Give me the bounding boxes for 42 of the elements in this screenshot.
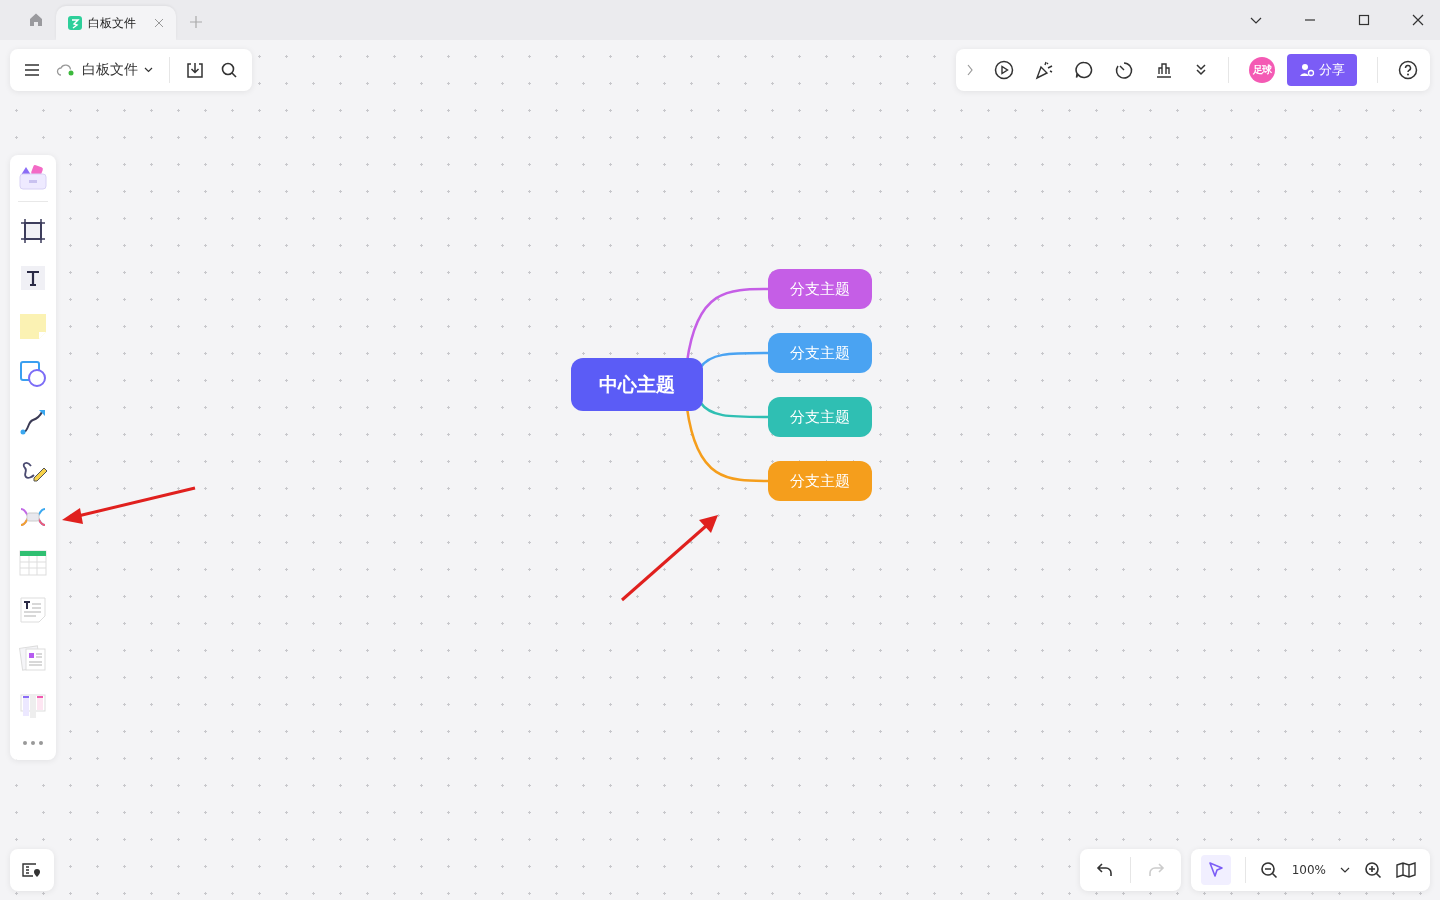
search-icon[interactable] (220, 61, 238, 79)
kanban-icon[interactable] (19, 692, 47, 720)
play-icon[interactable] (994, 60, 1014, 80)
template-icon[interactable] (18, 163, 48, 191)
comment-icon[interactable] (1074, 60, 1094, 80)
legend-icon (22, 862, 42, 878)
party-popper-icon[interactable] (1034, 60, 1054, 80)
connector-icon[interactable] (19, 408, 47, 436)
app-logo-icon (68, 16, 82, 30)
text-tool-icon[interactable] (19, 264, 47, 292)
map-icon[interactable] (1396, 861, 1416, 879)
more-icon[interactable] (22, 740, 44, 746)
document-icon[interactable] (19, 596, 47, 624)
caret-icon (144, 67, 153, 73)
bar-chart-icon[interactable] (1154, 60, 1174, 80)
cards-icon[interactable] (19, 644, 47, 672)
file-tab[interactable]: 白板文件 (56, 6, 176, 40)
caret-icon[interactable] (1340, 867, 1350, 873)
shapes-icon[interactable] (19, 360, 47, 388)
branch-topic[interactable]: 分支主题 (768, 397, 872, 437)
user-avatar[interactable]: 足球 (1249, 57, 1275, 83)
menu-icon[interactable] (24, 63, 40, 77)
double-chevron-down-icon[interactable] (1194, 63, 1208, 77)
branch-topic[interactable]: 分支主题 (768, 269, 872, 309)
download-icon[interactable] (186, 61, 204, 79)
timer-icon[interactable] (1114, 60, 1134, 80)
zoom-out-icon[interactable] (1259, 861, 1278, 879)
undo-icon[interactable] (1095, 862, 1114, 878)
zoom-in-icon[interactable] (1364, 861, 1382, 879)
zoom-level[interactable]: 100% (1291, 863, 1326, 877)
map-legend-button[interactable] (10, 849, 54, 891)
close-icon[interactable] (1412, 14, 1424, 26)
maximize-icon[interactable] (1358, 14, 1370, 26)
cursor-icon (1206, 861, 1225, 879)
branch-topic[interactable]: 分支主题 (768, 333, 872, 373)
help-icon[interactable] (1398, 60, 1418, 80)
file-name-button[interactable]: 白板文件 (56, 61, 153, 79)
add-user-icon (1299, 62, 1315, 78)
share-button[interactable]: 分享 (1287, 54, 1357, 86)
chevron-right-icon[interactable] (966, 64, 974, 76)
central-topic[interactable]: 中心主题 (571, 358, 703, 411)
select-tool-button[interactable] (1200, 855, 1231, 885)
